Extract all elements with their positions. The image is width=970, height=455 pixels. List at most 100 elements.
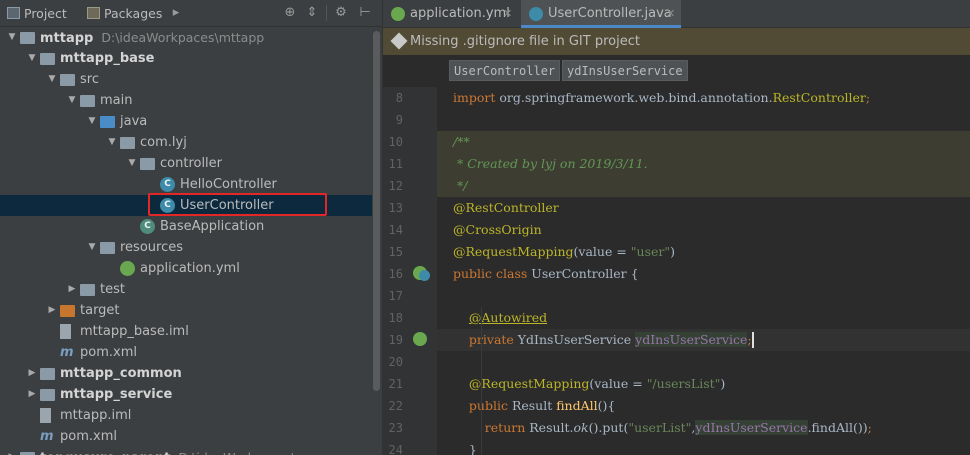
close-icon[interactable]: ✕ — [666, 0, 675, 28]
tree-item[interactable]: ▶ test — [0, 279, 372, 300]
project-scrollbar[interactable] — [372, 27, 382, 455]
tree-item-label: mttapp_base.iml — [80, 321, 189, 342]
chevron-down-icon[interactable]: ▼ — [46, 69, 58, 90]
tab-usercontroller-java[interactable]: UserController.java ✕ — [521, 0, 681, 28]
code-line[interactable]: * Created by lyj on 2019/3/11. — [437, 153, 970, 175]
code-line[interactable]: } — [437, 439, 970, 455]
tree-item-name: resources — [120, 240, 184, 255]
tree-item-label: java — [120, 111, 147, 132]
code-line[interactable]: @CrossOrigin — [437, 219, 970, 241]
line-number: 13 — [388, 201, 403, 215]
line-number: 21 — [388, 377, 403, 391]
code-line[interactable] — [437, 285, 970, 307]
tree-item-label: mttapp_base — [60, 48, 155, 69]
tree-item-label: BaseApplication — [160, 216, 264, 237]
code-editor[interactable]: import org.springframework.web.bind.anno… — [437, 87, 970, 455]
packages-icon — [87, 7, 100, 19]
chevron-right-icon[interactable]: ▶ — [26, 384, 38, 405]
tree-item[interactable]: ▼ main — [0, 90, 372, 111]
tree-item[interactable]: application.yml — [0, 258, 372, 279]
chevron-down-icon[interactable]: ▼ — [66, 90, 78, 111]
tree-item[interactable]: mttapp.iml — [0, 405, 372, 426]
chevron-right-icon[interactable]: ▶ — [26, 363, 38, 384]
code-line[interactable]: @RequestMapping(value = "/usersList") — [437, 373, 970, 395]
tree-item[interactable]: C HelloController — [0, 174, 372, 195]
code-line[interactable]: return Result.ok().put("userList",ydInsU… — [437, 417, 970, 439]
tab-packages[interactable]: Packages — [84, 3, 162, 24]
scrollbar-thumb[interactable] — [373, 31, 380, 391]
tree-item[interactable]: ▼ com.lyj — [0, 132, 372, 153]
tree-item[interactable]: C BaseApplication — [0, 216, 372, 237]
gear-icon[interactable]: ⚙ — [333, 5, 349, 21]
tree-item[interactable]: ▶ target — [0, 300, 372, 321]
tree-item[interactable]: ▶ tengusure_parent D:\ideaWorkpaces\... — [0, 447, 372, 455]
line-number: 15 — [388, 245, 403, 259]
project-panel: Project Packages ▸ ⊕ ⇕ ⚙ ⊢ ▼ mttapp D:\ide… — [0, 0, 382, 455]
tree-item[interactable]: ▶ mttapp_service — [0, 384, 372, 405]
chevron-down-icon[interactable]: ▼ — [26, 48, 38, 69]
chevron-right-icon[interactable]: ▶ — [66, 279, 78, 300]
tree-item[interactable]: m pom.xml — [0, 342, 372, 363]
tree-item[interactable]: m pom.xml — [0, 426, 372, 447]
tab-project[interactable]: Project — [4, 3, 67, 24]
tree-item-label: tengusure_parent D:\ideaWorkpaces\... — [40, 447, 308, 455]
module-folder-icon — [20, 32, 35, 44]
code-line[interactable]: @Autowired — [437, 307, 970, 329]
tree-item-name: pom.xml — [80, 345, 137, 360]
code-line[interactable]: import org.springframework.web.bind.anno… — [437, 87, 970, 109]
code-line[interactable]: public class UserController { — [437, 263, 970, 285]
code-line[interactable]: /** — [437, 131, 970, 153]
tree-item[interactable]: ▼ controller — [0, 153, 372, 174]
chevron-right-icon[interactable]: ▶ — [6, 447, 18, 455]
code-line[interactable]: @RestController — [437, 197, 970, 219]
tree-item[interactable]: ▶ mttapp_common — [0, 363, 372, 384]
folder-icon — [80, 95, 95, 107]
code-line[interactable]: */ — [437, 175, 970, 197]
chevron-right-icon[interactable]: ▶ — [46, 300, 58, 321]
code-line[interactable] — [437, 351, 970, 373]
tab-application-yml-label: application.yml — [410, 6, 510, 21]
code-line[interactable]: public Result findAll(){ — [437, 395, 970, 417]
tree-item-label: src — [80, 69, 99, 90]
tab-application-yml[interactable]: application.yml ✕ — [383, 0, 519, 28]
autowired-navigate-icon[interactable] — [413, 332, 427, 346]
line-number: 11 — [388, 157, 403, 171]
tree-item[interactable]: mttapp_base.iml — [0, 321, 372, 342]
tree-item-label: resources — [120, 237, 183, 258]
tree-item[interactable]: ▼ mttapp_base — [0, 48, 372, 69]
chevron-down-icon[interactable]: ▼ — [86, 237, 98, 258]
code-line[interactable]: @RequestMapping(value = "user") — [437, 241, 970, 263]
code-line[interactable] — [437, 109, 970, 131]
breadcrumb-ydinsuserservice[interactable]: ydInsUserService — [562, 60, 688, 81]
folder-icon — [60, 74, 75, 86]
tree-item-name: mttapp — [40, 31, 94, 46]
close-icon[interactable]: ✕ — [503, 0, 512, 28]
line-number: 12 — [388, 179, 403, 193]
excluded-folder-icon — [60, 305, 75, 317]
source-folder-icon — [100, 116, 115, 128]
tree-item-label: pom.xml — [80, 342, 137, 363]
iml-file-icon — [40, 408, 51, 423]
chevron-down-icon[interactable]: ▼ — [6, 27, 18, 48]
target-icon[interactable]: ⊕ — [282, 5, 298, 21]
chevron-down-icon[interactable]: ▼ — [106, 132, 118, 153]
breadcrumb-usercontroller[interactable]: UserController — [449, 60, 561, 81]
hide-icon[interactable]: ⊢ — [357, 5, 373, 21]
tree-item-name: test — [100, 282, 125, 297]
line-number: 8 — [395, 91, 403, 105]
chevron-right-icon[interactable]: ▸ — [168, 5, 184, 21]
tree-item[interactable]: ▼ mttapp D:\ideaWorkpaces\mttapp — [0, 27, 372, 48]
tree-item-name: mttapp_common — [60, 366, 182, 381]
collapse-icon[interactable]: ⇕ — [304, 5, 320, 21]
tree-item[interactable]: ▼ resources — [0, 237, 372, 258]
class-gutter-icon[interactable] — [419, 270, 430, 281]
line-number: 14 — [388, 223, 403, 237]
tree-item-name: java — [120, 114, 148, 129]
chevron-down-icon[interactable]: ▼ — [86, 111, 98, 132]
code-line[interactable]: private YdInsUserService ydInsUserServic… — [437, 329, 970, 351]
chevron-down-icon[interactable]: ▼ — [126, 153, 138, 174]
tree-item-name: pom.xml — [60, 429, 117, 444]
line-number: 22 — [388, 399, 403, 413]
tree-item[interactable]: ▼ src — [0, 69, 372, 90]
tree-item[interactable]: ▼ java — [0, 111, 372, 132]
